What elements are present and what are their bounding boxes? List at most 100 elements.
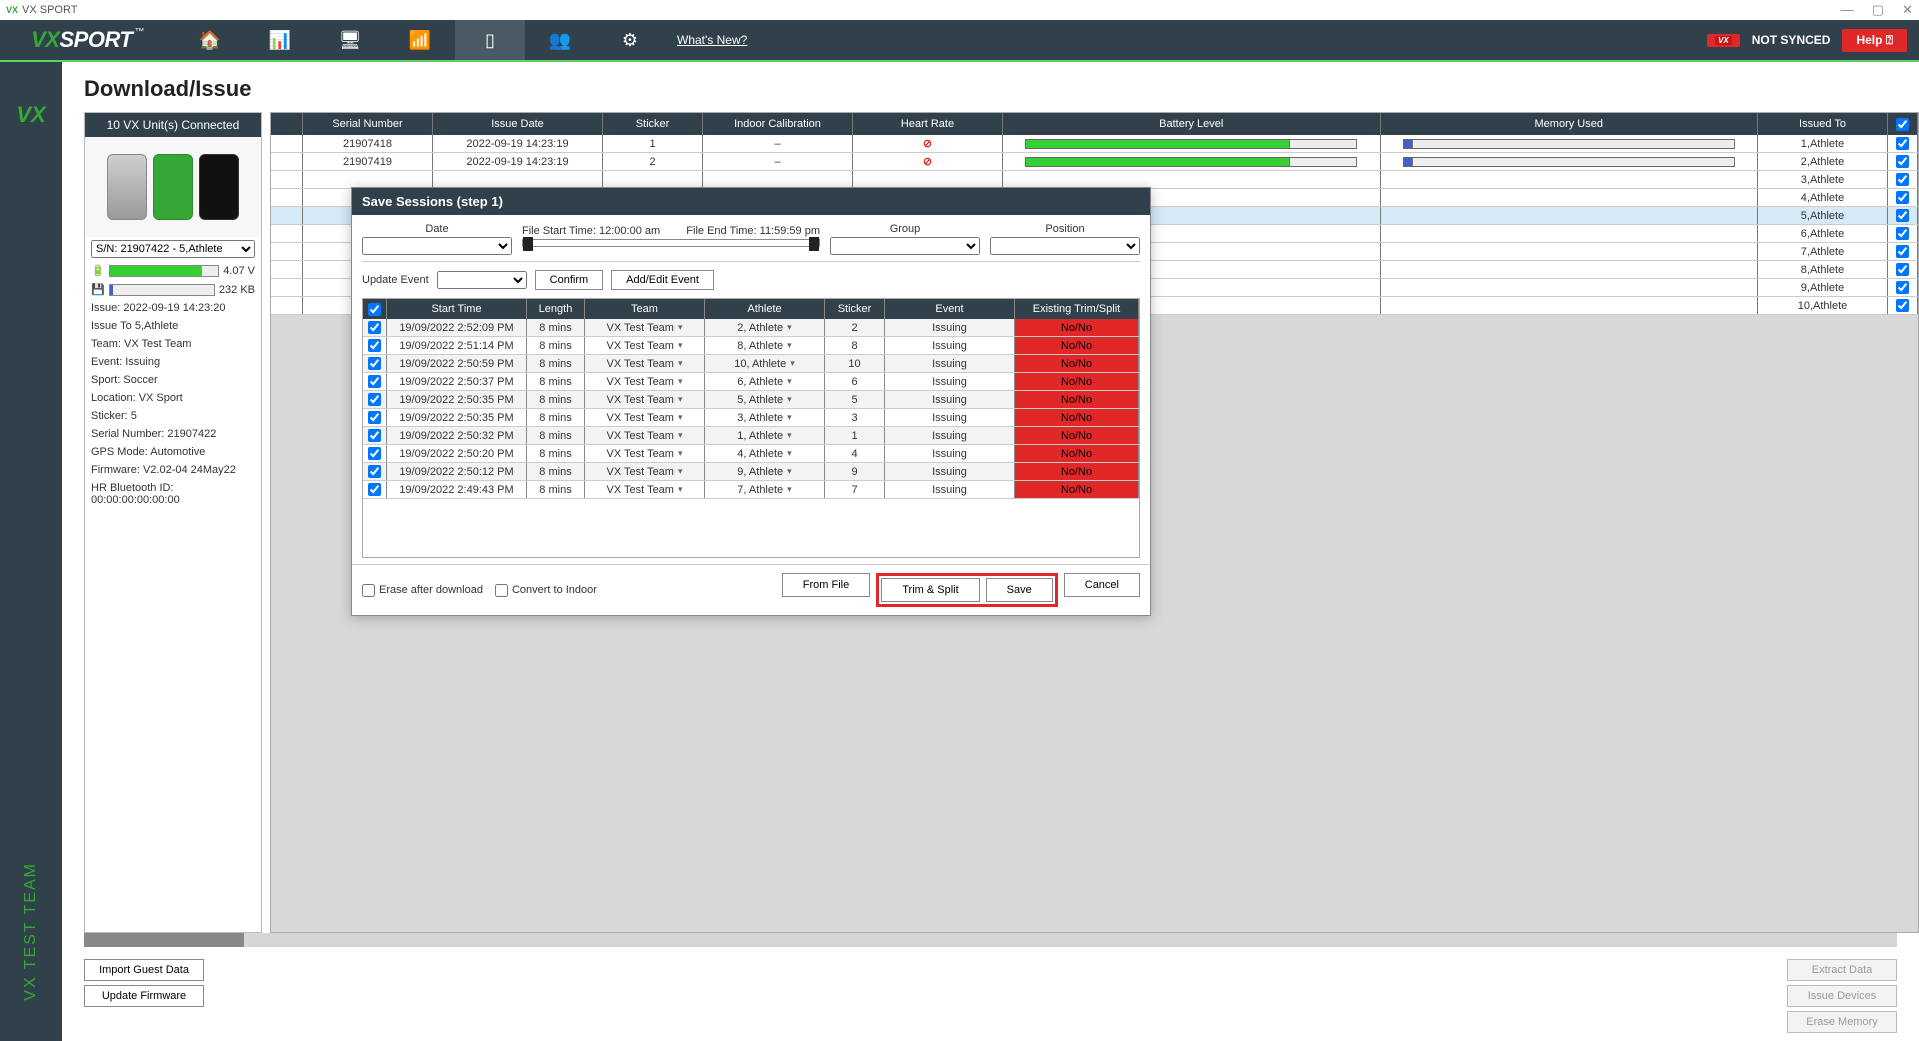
session-checkbox[interactable] (368, 339, 381, 352)
add-edit-event-button[interactable]: Add/Edit Event (611, 270, 714, 290)
session-checkbox[interactable] (368, 393, 381, 406)
memory-icon: 💾 (91, 283, 105, 296)
memory-bar (109, 284, 215, 296)
session-row[interactable]: 19/09/2022 2:52:09 PM8 minsVX Test Team▾… (363, 319, 1139, 337)
session-row[interactable]: 19/09/2022 2:50:32 PM8 minsVX Test Team▾… (363, 427, 1139, 445)
update-firmware-button[interactable]: Update Firmware (84, 985, 204, 1007)
sidebar-info-line: Firmware: V2.02-04 24May22 (85, 461, 261, 479)
nav-home[interactable]: 🏠 (175, 20, 245, 60)
session-row[interactable]: 19/09/2022 2:50:35 PM8 minsVX Test Team▾… (363, 391, 1139, 409)
save-button[interactable]: Save (986, 578, 1053, 602)
nav-wireless[interactable]: 📶 (385, 20, 455, 60)
position-select[interactable] (990, 237, 1140, 255)
session-row[interactable]: 19/09/2022 2:50:12 PM8 minsVX Test Team▾… (363, 463, 1139, 481)
session-row[interactable]: 19/09/2022 2:50:35 PM8 minsVX Test Team▾… (363, 409, 1139, 427)
row-checkbox[interactable] (1896, 173, 1909, 186)
group-select[interactable] (830, 237, 980, 255)
trim-split-button[interactable]: Trim & Split (881, 578, 979, 602)
session-checkbox[interactable] (368, 447, 381, 460)
session-row[interactable]: 19/09/2022 2:49:43 PM8 minsVX Test Team▾… (363, 481, 1139, 499)
scroll-thumb[interactable] (84, 933, 244, 947)
range-handle-start[interactable] (523, 237, 533, 251)
update-event-label: Update Event (362, 274, 429, 286)
row-checkbox[interactable] (1896, 209, 1909, 222)
from-file-button[interactable]: From File (782, 573, 870, 597)
horizontal-scrollbar[interactable] (84, 933, 1897, 947)
session-row[interactable]: 19/09/2022 2:50:37 PM8 minsVX Test Team▾… (363, 373, 1139, 391)
whats-new-link[interactable]: What's New? (677, 33, 747, 47)
row-checkbox[interactable] (1896, 263, 1909, 276)
cancel-button[interactable]: Cancel (1064, 573, 1140, 597)
date-select[interactable] (362, 237, 512, 255)
session-row[interactable]: 19/09/2022 2:50:20 PM8 minsVX Test Team▾… (363, 445, 1139, 463)
file-end-label: File End Time: 11:59:59 pm (686, 225, 820, 237)
battery-icon: 🔋 (91, 264, 105, 277)
nav-reports[interactable]: 📊 (245, 20, 315, 60)
grid-header-cell: Memory Used (1381, 113, 1759, 135)
page-title: Download/Issue (84, 76, 1897, 102)
confirm-button[interactable]: Confirm (535, 270, 604, 290)
grid-header-cell (271, 113, 303, 135)
select-all-checkbox[interactable] (1896, 118, 1909, 131)
close-icon[interactable]: ✕ (1902, 2, 1913, 18)
grid-header-cell: Battery Level (1003, 113, 1381, 135)
session-checkbox[interactable] (368, 411, 381, 424)
modal-header-cell: Existing Trim/Split (1015, 299, 1139, 319)
session-checkbox[interactable] (368, 375, 381, 388)
bar-chart-icon: 📊 (269, 30, 291, 51)
wifi-icon: 📶 (409, 30, 431, 51)
device-icon-green (153, 154, 193, 220)
file-start-label: File Start Time: 12:00:00 am (522, 225, 660, 237)
sidebar-info-line: Issue To 5,Athlete (85, 317, 261, 335)
session-checkbox[interactable] (368, 483, 381, 496)
row-checkbox[interactable] (1896, 191, 1909, 204)
nav-monitor[interactable]: 🖥 (315, 20, 385, 60)
row-checkbox[interactable] (1896, 137, 1909, 150)
row-checkbox[interactable] (1896, 245, 1909, 258)
nav-settings[interactable]: ⚙ (595, 20, 665, 60)
modal-header-cell: Athlete (705, 299, 825, 319)
issue-devices-button[interactable]: Issue Devices (1787, 985, 1897, 1007)
date-label: Date (425, 223, 448, 235)
row-checkbox[interactable] (1896, 155, 1909, 168)
device-icon-black (199, 154, 239, 220)
help-button[interactable]: Help ⍰ (1842, 29, 1907, 52)
nav-team[interactable]: 👥 (525, 20, 595, 60)
sidebar-info-line: Location: VX Sport (85, 389, 261, 407)
session-row[interactable]: 19/09/2022 2:50:59 PM8 minsVX Test Team▾… (363, 355, 1139, 373)
session-checkbox[interactable] (368, 429, 381, 442)
update-event-select[interactable] (437, 271, 527, 289)
sidebar-info-line: GPS Mode: Automotive (85, 443, 261, 461)
session-checkbox[interactable] (368, 465, 381, 478)
range-handle-end[interactable] (809, 237, 819, 251)
modal-header-cell: Length (527, 299, 585, 319)
erase-after-checkbox[interactable]: Erase after download (362, 584, 483, 597)
maximize-icon[interactable]: ▢ (1872, 2, 1884, 18)
users-icon: 👥 (549, 30, 571, 51)
grid-row[interactable]: 219074192022-09-19 14:23:192–⊘2,Athlete (271, 153, 1918, 171)
row-checkbox[interactable] (1896, 281, 1909, 294)
position-label: Position (1045, 223, 1084, 235)
session-row[interactable]: 19/09/2022 2:51:14 PM8 minsVX Test Team▾… (363, 337, 1139, 355)
session-checkbox[interactable] (368, 321, 381, 334)
time-range-track[interactable] (522, 239, 820, 247)
sidebar-info-line: Issue: 2022-09-19 14:23:20 (85, 299, 261, 317)
minimize-icon[interactable]: — (1841, 2, 1854, 18)
nav-device[interactable]: ▯ (455, 20, 525, 60)
session-checkbox[interactable] (368, 357, 381, 370)
row-checkbox[interactable] (1896, 227, 1909, 240)
erase-memory-button[interactable]: Erase Memory (1787, 1011, 1897, 1033)
gear-icon: ⚙ (622, 30, 638, 51)
extract-data-button[interactable]: Extract Data (1787, 959, 1897, 981)
window-title: VX SPORT (22, 4, 77, 16)
sidebar-info-line: Serial Number: 21907422 (85, 425, 261, 443)
import-guest-button[interactable]: Import Guest Data (84, 959, 204, 981)
grid-row[interactable]: 219074182022-09-19 14:23:191–⊘1,Athlete (271, 135, 1918, 153)
row-checkbox[interactable] (1896, 299, 1909, 312)
modal-select-all[interactable] (368, 303, 381, 316)
window-titlebar: VX VX SPORT — ▢ ✕ (0, 0, 1919, 20)
sidebar-header: 10 VX Unit(s) Connected (85, 113, 261, 137)
serial-select[interactable]: S/N: 21907422 - 5,Athlete (91, 240, 255, 258)
convert-indoor-checkbox[interactable]: Convert to Indoor (495, 584, 597, 597)
grid-header-cell: Serial Number (303, 113, 433, 135)
